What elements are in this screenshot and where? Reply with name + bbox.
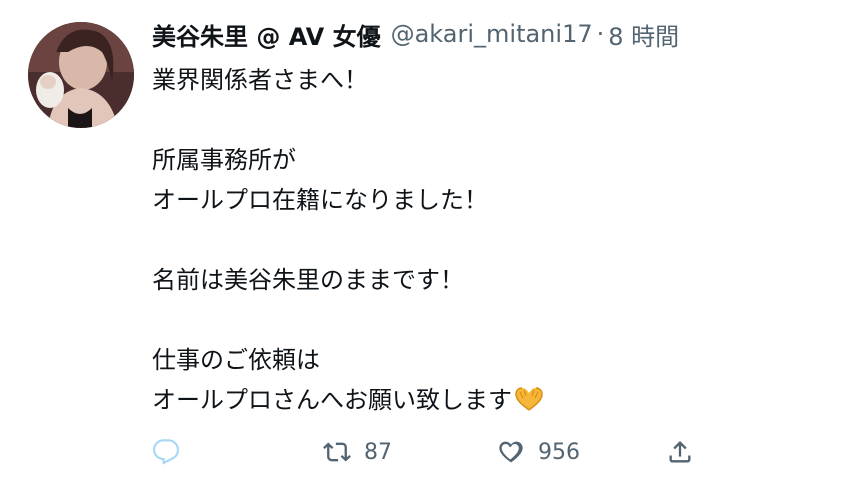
retweet-button[interactable]: 87 xyxy=(322,430,392,474)
heart-hands-emoji-icon xyxy=(514,384,544,424)
like-count: 956 xyxy=(538,439,580,465)
like-button[interactable]: 956 xyxy=(496,430,580,474)
avatar[interactable] xyxy=(28,22,134,128)
tweet: 美谷朱里 @ AV 女優 @akari_mitani17 · 8 時間 業界関係… xyxy=(0,0,844,490)
share-button[interactable] xyxy=(666,430,694,474)
tweet-line-text: オールプロさんへお願い致します xyxy=(152,386,512,414)
retweet-count: 87 xyxy=(364,439,392,465)
share-icon xyxy=(669,441,691,463)
timestamp[interactable]: 8 時間 xyxy=(608,17,679,52)
tweet-line: 業界関係者さまへ！ xyxy=(152,66,368,94)
tweet-line: 仕事のご依頼は xyxy=(152,346,320,374)
tweet-line: オールプロ在籍になりました！ xyxy=(152,186,488,214)
separator-dot: · xyxy=(596,20,605,48)
avatar-photo xyxy=(28,22,134,128)
retweet-icon xyxy=(323,442,351,462)
user-handle[interactable]: @akari_mitani17 xyxy=(391,20,593,48)
reply-button[interactable] xyxy=(152,430,192,474)
heart-icon xyxy=(499,441,523,463)
display-name[interactable]: 美谷朱里 @ AV 女優 xyxy=(152,17,381,52)
tweet-text: 業界関係者さまへ！ 所属事務所が オールプロ在籍になりました！ 名前は美谷朱里の… xyxy=(152,60,812,420)
reply-icon xyxy=(152,439,180,465)
tweet-header: 美谷朱里 @ AV 女優 @akari_mitani17 · 8 時間 xyxy=(152,14,679,54)
tweet-line-last: オールプロさんへお願い致します xyxy=(152,380,812,420)
tweet-line: 所属事務所が xyxy=(152,146,296,174)
tweet-line: 名前は美谷朱里のままです！ xyxy=(152,266,464,294)
tweet-actions: 87 956 xyxy=(0,430,844,474)
